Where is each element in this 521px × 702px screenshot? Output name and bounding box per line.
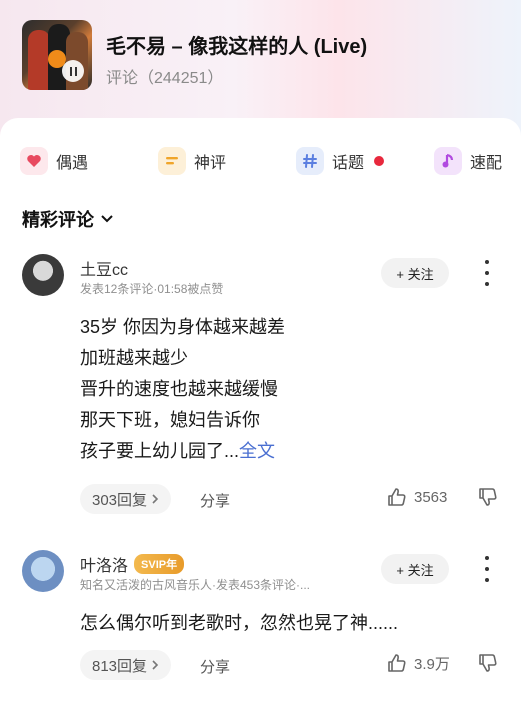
comments-panel: 偶遇 神评 话题 速配 精彩评论 土豆cc 发表12条评论·01:58被点赞 +… [0, 118, 521, 702]
like-count: 3.9万 [414, 655, 450, 673]
album-cover[interactable] [22, 20, 92, 90]
chevron-down-icon [101, 215, 113, 223]
user-meta: 发表12条评论·01:58被点赞 [80, 282, 224, 296]
tab-label: 神评 [194, 155, 227, 172]
comment-line: 35岁 你因为身体越来越差 [80, 317, 286, 337]
avatar[interactable] [22, 550, 64, 592]
share-button[interactable]: 分享 [200, 656, 230, 677]
like-count: 3563 [414, 488, 448, 506]
tab-label: 偶遇 [56, 155, 89, 172]
tab-label: 速配 [470, 155, 503, 172]
more-options-icon[interactable] [481, 260, 493, 286]
replies-button[interactable]: 303回复 [80, 484, 172, 514]
follow-button[interactable]: + 关注 [381, 258, 449, 288]
share-button[interactable]: 分享 [200, 490, 230, 511]
replies-count: 813回复 [92, 657, 148, 675]
notification-dot [374, 156, 385, 166]
heart-icon [20, 147, 48, 175]
tab-top-comments[interactable]: 神评 [158, 146, 226, 176]
thumbs-up-icon [388, 488, 406, 506]
user-meta: 知名又活泼的古风音乐人·发表453条评论·... [80, 578, 311, 592]
comment-count: 评论（244251） [106, 70, 224, 87]
chevron-right-icon [152, 494, 159, 504]
replies-count: 303回复 [92, 491, 148, 509]
thumbs-down-icon[interactable] [477, 486, 499, 512]
comment-text: 35岁 你因为身体越来越差 加班越来越少 晋升的速度也越来越缓慢 那天下班，媳妇… [80, 312, 500, 467]
comment-line-last: 孩子要上幼儿园了...全文 [80, 436, 500, 467]
username[interactable]: 土豆cc [80, 256, 128, 280]
thumbs-up-icon [388, 654, 406, 672]
hash-icon [296, 147, 324, 175]
song-title: 毛不易 – 像我这样的人 (Live) [106, 36, 368, 58]
comment-line: 怎么偶尔听到老歌时，忽然也晃了神...... [80, 613, 399, 633]
tab-match[interactable]: 速配 [434, 146, 502, 176]
comment-line: 孩子要上幼儿园了... [80, 441, 240, 461]
comment-lines-icon [158, 147, 186, 175]
section-title: 精彩评论 [22, 210, 94, 230]
chevron-right-icon [152, 660, 159, 670]
username-text: 土豆cc [80, 262, 129, 279]
replies-button[interactable]: 813回复 [80, 650, 172, 680]
like-button[interactable]: 3.9万 [386, 652, 450, 674]
full-text-link[interactable]: 全文 [239, 441, 275, 461]
follow-button[interactable]: + 关注 [381, 554, 449, 584]
username-text: 叶洛洛 [80, 558, 129, 575]
more-options-icon[interactable] [481, 556, 493, 582]
tab-label: 话题 [332, 155, 365, 172]
sort-dropdown[interactable]: 精彩评论 [22, 206, 114, 232]
tab-encounter[interactable]: 偶遇 [20, 146, 88, 176]
thumbs-down-icon[interactable] [477, 652, 499, 678]
like-button[interactable]: 3563 [386, 486, 447, 508]
comment-actions: 813回复 分享 3.9万 [80, 650, 510, 680]
comment-line: 那天下班，媳妇告诉你 [80, 410, 260, 430]
username[interactable]: 叶洛洛 SVIP年 [80, 552, 185, 576]
comment-text: 怎么偶尔听到老歌时，忽然也晃了神...... [80, 608, 500, 639]
comment-line: 晋升的速度也越来越缓慢 [80, 379, 278, 399]
svip-badge: SVIP年 [134, 554, 185, 574]
music-note-icon [434, 147, 462, 175]
comment-line: 加班越来越少 [80, 348, 188, 368]
pause-icon[interactable] [62, 60, 84, 82]
comment-actions: 303回复 分享 3563 [80, 484, 510, 514]
avatar[interactable] [22, 254, 64, 296]
feature-tabs: 偶遇 神评 话题 速配 [0, 140, 521, 182]
cover-figure [28, 30, 50, 90]
tab-topics[interactable]: 话题 [296, 146, 385, 176]
song-header: 毛不易 – 像我这样的人 (Live) 评论（244251） [0, 0, 521, 122]
